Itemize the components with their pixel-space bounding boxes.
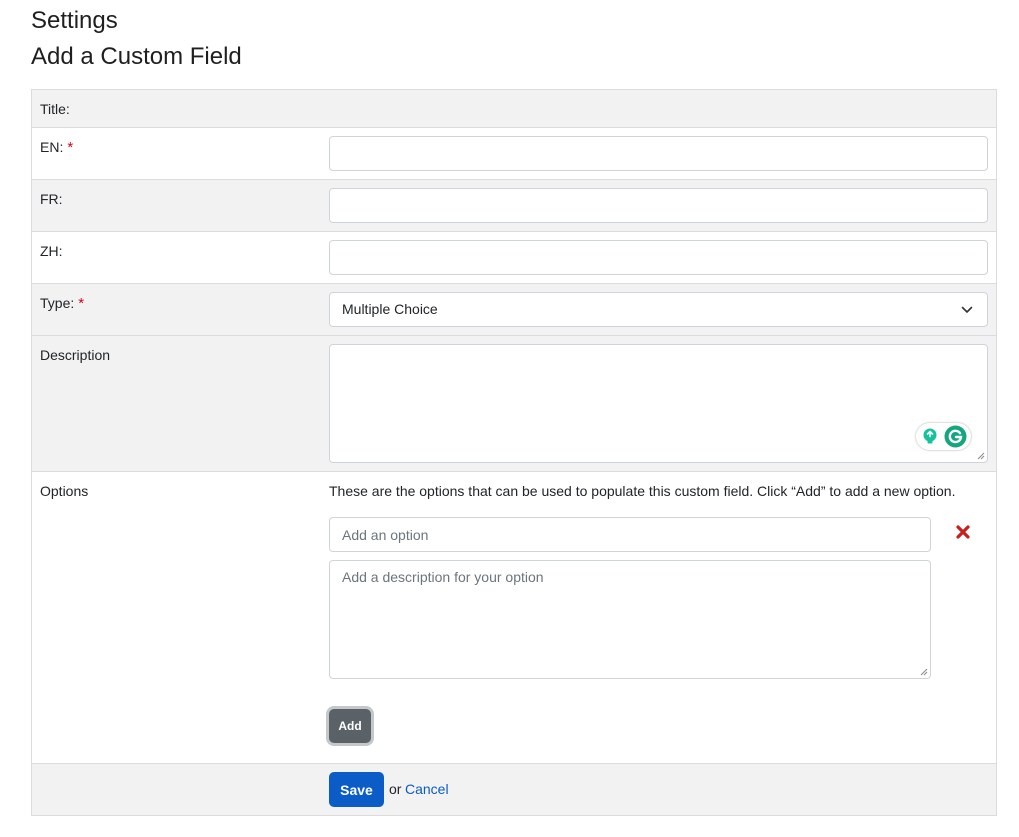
en-label: EN: * xyxy=(40,139,74,156)
title-section-label: Title: xyxy=(40,101,70,117)
required-marker: * xyxy=(67,139,74,156)
lightbulb-icon xyxy=(923,428,937,444)
grammarly-widget[interactable] xyxy=(916,423,971,450)
option-description-placeholder: Add a description for your option xyxy=(342,569,544,585)
zh-control xyxy=(329,240,988,275)
save-button[interactable]: Save xyxy=(329,772,384,807)
option-description-textarea[interactable]: Add a description for your option xyxy=(329,560,931,679)
type-control: Multiple Choice xyxy=(329,292,988,327)
zh-row: ZH: xyxy=(32,232,996,284)
en-row: EN: * xyxy=(32,128,996,180)
options-label: Options xyxy=(40,483,89,499)
option-description-control: Add a description for your option xyxy=(329,560,931,679)
resize-grip-icon[interactable] xyxy=(977,452,985,460)
required-marker: * xyxy=(78,295,85,312)
fr-control xyxy=(329,188,988,223)
description-textarea[interactable] xyxy=(329,344,988,463)
type-select[interactable]: Multiple Choice xyxy=(329,292,988,327)
grammarly-g-icon xyxy=(944,425,967,448)
resize-grip-icon[interactable] xyxy=(920,668,928,676)
fr-label: FR: xyxy=(40,191,63,207)
description-label: Description xyxy=(40,347,111,363)
type-row: Type: * Multiple Choice xyxy=(32,284,996,336)
delete-x-icon[interactable] xyxy=(956,525,970,539)
form-actions-row: Save or Cancel xyxy=(32,764,996,816)
title-en-input[interactable] xyxy=(329,136,988,171)
type-label: Type: * xyxy=(40,295,85,312)
page-subtitle: Add a Custom Field xyxy=(31,43,242,70)
type-select-value: Multiple Choice xyxy=(342,301,438,317)
description-row: Description xyxy=(32,336,996,472)
chevron-down-icon xyxy=(961,306,973,313)
option-name-input[interactable] xyxy=(329,517,931,552)
en-control xyxy=(329,136,988,171)
cancel-link[interactable]: Cancel xyxy=(405,780,449,798)
fr-row: FR: xyxy=(32,180,996,232)
options-help-text: These are the options that can be used t… xyxy=(329,483,956,499)
or-text: or xyxy=(389,781,402,797)
title-section-row: Title: xyxy=(32,90,996,128)
title-zh-input[interactable] xyxy=(329,240,988,275)
zh-label: ZH: xyxy=(40,243,63,259)
custom-field-form: Title: EN: * FR: ZH: Type: * Multiple Choi… xyxy=(31,89,997,816)
add-option-button[interactable]: Add xyxy=(329,709,371,743)
option-name-control xyxy=(329,517,931,552)
description-control xyxy=(329,344,988,463)
page-title: Settings xyxy=(31,7,118,34)
title-fr-input[interactable] xyxy=(329,188,988,223)
options-row: Options These are the options that can b… xyxy=(32,472,996,764)
